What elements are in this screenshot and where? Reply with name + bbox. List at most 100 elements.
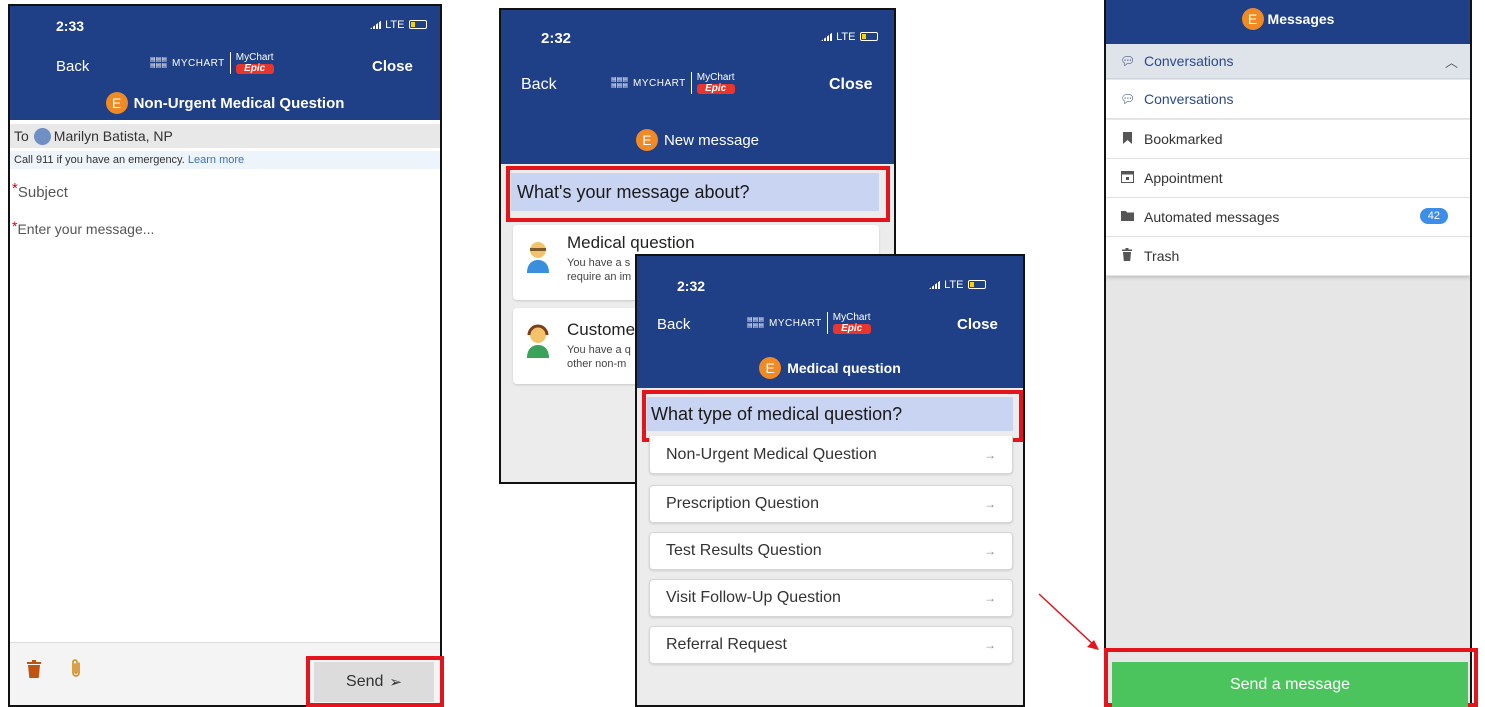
- avatar: E: [105, 92, 128, 114]
- back-button[interactable]: Back: [657, 316, 690, 333]
- battery-icon: [968, 280, 987, 289]
- option-title: Medical question: [567, 233, 695, 252]
- send-a-message-button[interactable]: Send a message: [1112, 662, 1468, 707]
- page-title: Messages: [1267, 11, 1335, 27]
- page-title: Medical question: [787, 360, 901, 376]
- conversations-section-header[interactable]: 💬︎ Conversations ︿: [1106, 44, 1470, 79]
- doctor-icon: [525, 239, 551, 280]
- folder-icon: [1120, 210, 1134, 224]
- back-button[interactable]: Back: [56, 58, 89, 75]
- epic-label: Epic: [235, 63, 274, 74]
- trash-icon: [1120, 248, 1134, 264]
- attachment-icon[interactable]: [70, 657, 82, 684]
- item-label: Non-Urgent Medical Question: [666, 445, 877, 463]
- question-heading: What type of medical question?: [647, 397, 1013, 431]
- folder-label: Appointment: [1144, 170, 1223, 186]
- network-label: LTE: [385, 19, 405, 31]
- recipient-avatar-icon: [33, 127, 51, 145]
- status-time: 2:33: [56, 18, 85, 34]
- option-desc: You have a q: [567, 344, 631, 356]
- mychart-label: MYCHART: [172, 57, 225, 69]
- signal-icon: [370, 20, 382, 29]
- item-referral-request[interactable]: Referral Request →: [649, 626, 1013, 664]
- epic-label: Epic: [696, 83, 735, 94]
- signal-icon: [821, 32, 833, 41]
- chat-bubble-icon: 💬︎: [1120, 92, 1136, 106]
- trash-icon[interactable]: [26, 659, 42, 684]
- item-prescription-question[interactable]: Prescription Question →: [649, 485, 1013, 523]
- folder-automated-messages[interactable]: Automated messages 42: [1106, 198, 1470, 237]
- avatar: E: [635, 129, 658, 151]
- epic-label: Epic: [832, 323, 871, 334]
- folder-trash[interactable]: Trash: [1106, 237, 1470, 276]
- mychart-label: MYCHART: [769, 317, 822, 329]
- new-message-header: 2:32 LTE Back ▤▤▤ ▤▤▤ MYCHART MyChart Epic…: [501, 10, 894, 164]
- mychart-logo: ▤▤▤ ▤▤▤ MYCHART MyChart Epic: [150, 52, 274, 74]
- arrow-right-icon: →: [984, 591, 996, 605]
- status-signal: LTE: [929, 279, 987, 291]
- mychart-logo: ▤▤▤ ▤▤▤ MYCHART MyChart Epic: [611, 72, 735, 94]
- org-logo-icon: ▤▤▤ ▤▤▤: [747, 317, 765, 329]
- emergency-notice: Call 911 if you have an emergency. Learn…: [10, 151, 440, 169]
- battery-icon: [860, 32, 879, 41]
- message-input[interactable]: *Enter your message...: [12, 218, 437, 638]
- close-button[interactable]: Close: [829, 76, 873, 94]
- mychart-label: MYCHART: [633, 77, 686, 89]
- chat-bubble-icon: 💬︎: [1120, 54, 1136, 68]
- mychart-logo: ▤▤▤ ▤▤▤ MYCHART MyChart Epic: [747, 312, 871, 334]
- item-label: Prescription Question: [666, 495, 819, 512]
- org-logo-icon: ▤▤▤ ▤▤▤: [150, 57, 168, 69]
- compose-screen: 2:33 LTE Back ▤▤▤ ▤▤▤ MYCHART MyChart Epic…: [8, 4, 442, 707]
- calendar-icon: [1120, 170, 1134, 186]
- org-logo-icon: ▤▤▤ ▤▤▤: [611, 77, 629, 89]
- unread-badge: 42: [1419, 208, 1448, 224]
- pointer-arrow-icon: [1038, 593, 1099, 650]
- item-non-urgent-medical-question[interactable]: Non-Urgent Medical Question →: [649, 436, 1013, 474]
- to-label: To: [14, 128, 29, 144]
- compose-title-row: E Non-Urgent Medical Question: [10, 92, 440, 114]
- support-agent-icon: [525, 324, 551, 365]
- folder-label: Trash: [1144, 248, 1180, 264]
- arrow-right-icon: →: [984, 447, 996, 462]
- recipient-name: Marilyn Batista, NP: [53, 128, 173, 144]
- page-title: New message: [663, 131, 760, 149]
- learn-more-link[interactable]: Learn more: [188, 154, 244, 166]
- option-desc: other non-m: [567, 358, 627, 370]
- item-test-results-question[interactable]: Test Results Question →: [649, 532, 1013, 570]
- close-button[interactable]: Close: [957, 316, 998, 333]
- arrow-right-icon: →: [984, 544, 996, 558]
- back-button[interactable]: Back: [521, 76, 557, 94]
- recipient-row[interactable]: To Marilyn Batista, NP: [10, 124, 440, 148]
- avatar: E: [1241, 8, 1264, 30]
- subject-input[interactable]: *Subject: [12, 180, 68, 201]
- status-signal: LTE: [821, 31, 879, 43]
- send-arrow-icon: ➢: [389, 674, 402, 691]
- medical-question-title-row: E Medical question: [637, 357, 1023, 379]
- network-label: LTE: [836, 31, 856, 43]
- new-message-title-row: E New message: [501, 129, 894, 151]
- item-label: Referral Request: [666, 636, 787, 653]
- close-button[interactable]: Close: [372, 58, 413, 75]
- folder-appointment[interactable]: Appointment: [1106, 159, 1470, 198]
- brand-label: MyChart: [832, 311, 871, 323]
- status-time: 2:32: [541, 30, 572, 47]
- send-button[interactable]: Send ➢: [314, 662, 434, 702]
- status-time: 2:32: [677, 278, 706, 294]
- question-heading: What's your message about?: [511, 173, 879, 211]
- folder-label: Bookmarked: [1144, 131, 1223, 147]
- bookmark-icon: [1120, 131, 1134, 147]
- folder-bookmarked[interactable]: Bookmarked: [1106, 120, 1470, 159]
- battery-icon: [409, 20, 428, 29]
- arrow-right-icon: →: [984, 638, 996, 652]
- item-visit-follow-up-question[interactable]: Visit Follow-Up Question →: [649, 579, 1013, 617]
- network-label: LTE: [944, 279, 964, 291]
- item-label: Test Results Question: [666, 542, 822, 559]
- page-title: Non-Urgent Medical Question: [133, 94, 345, 112]
- folder-label: Automated messages: [1144, 209, 1280, 225]
- medical-question-screen: 2:32 LTE Back ▤▤▤ ▤▤▤ MYCHART MyChart Epic…: [635, 254, 1025, 707]
- folder-conversations[interactable]: 💬︎ Conversations: [1106, 80, 1470, 119]
- signal-icon: [929, 280, 941, 289]
- folder-label: Conversations: [1144, 91, 1234, 107]
- brand-label: MyChart: [696, 71, 735, 83]
- send-label: Send: [346, 673, 384, 690]
